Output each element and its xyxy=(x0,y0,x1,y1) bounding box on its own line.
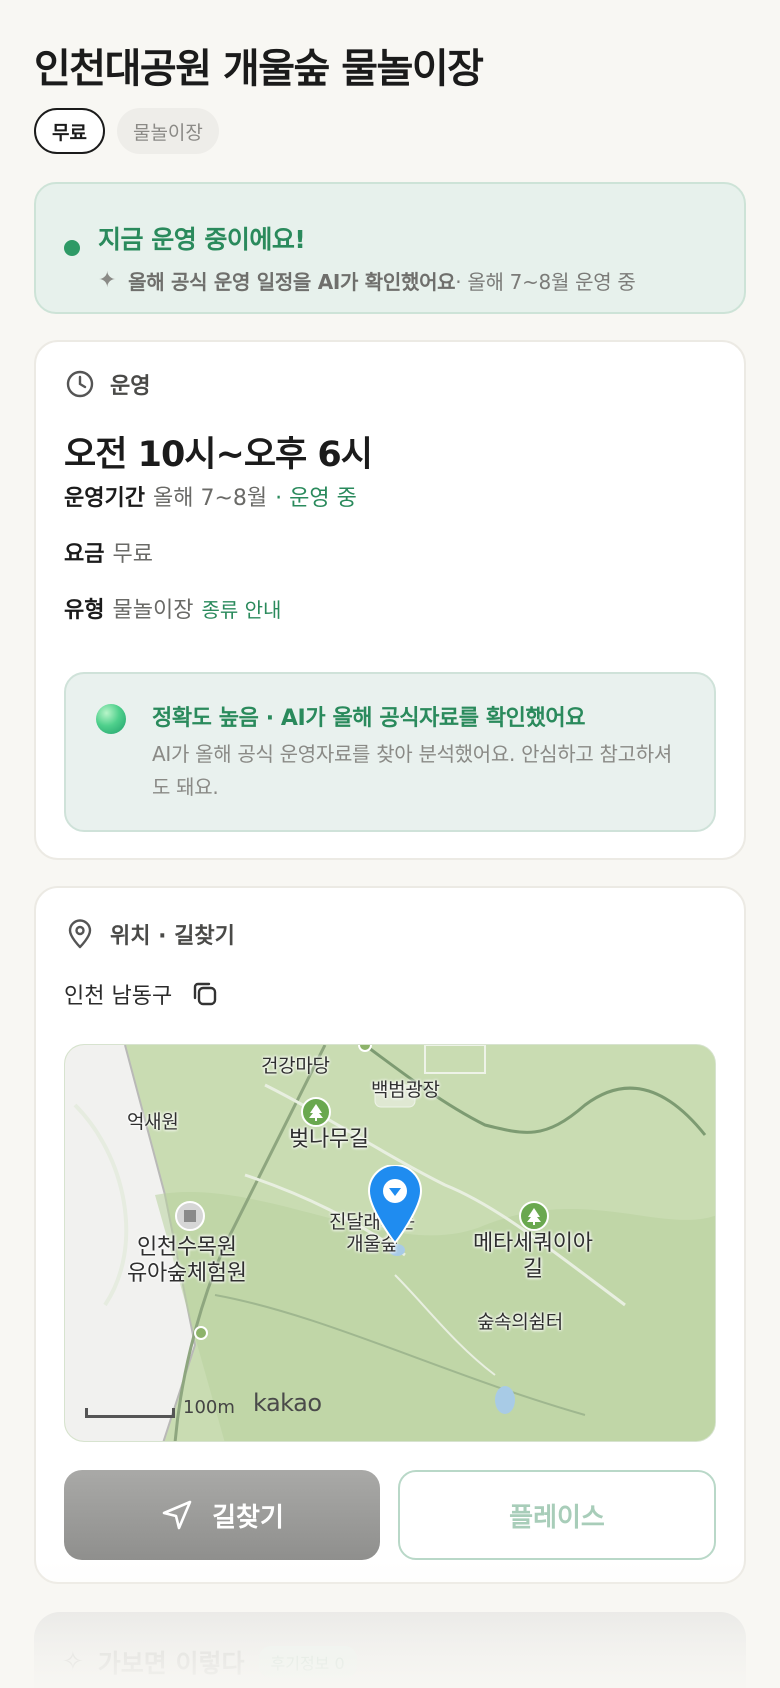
status-sub-bold: 올해 공식 운영 일정을 AI가 확인했어요 xyxy=(128,270,456,294)
place-button-label: 플레이스 xyxy=(509,1502,605,1533)
status-subtitle: ✦ 올해 공식 운영 일정을 AI가 확인했어요 · 올해 7~8월 운영 중 xyxy=(98,266,636,295)
clock-icon xyxy=(66,370,94,398)
ai-orb-icon xyxy=(96,704,126,734)
address-text: 인천 남동구 xyxy=(64,984,173,1009)
chip-free[interactable]: 무료 xyxy=(34,108,105,154)
map-label-metasequoia: 메타세쿼이아 길 xyxy=(473,1231,593,1282)
hours-main: 오전 10시~오후 6시 xyxy=(64,435,373,475)
next-section-card: ✧ 가보면 이렇다 후기정보 0 xyxy=(34,1612,746,1688)
next-section-header: ✧ 가보면 이렇다 후기정보 0 xyxy=(62,1644,357,1680)
location-section-header: 위치 · 길찾기 xyxy=(64,918,235,950)
review-badge: 후기정보 0 xyxy=(258,1646,357,1678)
map-label-eoksae: 억새원 xyxy=(127,1111,179,1133)
type-guide-link[interactable]: 종류 안내 xyxy=(201,594,281,623)
map-label-rest: 숲속의쉼터 xyxy=(477,1311,563,1333)
type-key: 유형 xyxy=(64,598,105,623)
ai-accuracy-title: 정확도 높음 · AI가 올해 공식자료를 확인했어요 xyxy=(152,706,586,731)
tree-icon xyxy=(301,1097,331,1127)
chip-waterpark[interactable]: 물놀이장 xyxy=(116,108,219,154)
map-label-cherry: 벚나무길 xyxy=(289,1127,369,1152)
status-dot xyxy=(64,240,80,256)
fee-row: 요금 무료 xyxy=(64,536,153,568)
ai-accuracy-box: 정확도 높음 · AI가 올해 공식자료를 확인했어요 AI가 올해 공식 운영… xyxy=(64,672,716,832)
map-pin-icon[interactable] xyxy=(367,1165,423,1245)
status-title: 지금 운영 중이에요! xyxy=(98,225,306,254)
hours-section-header: 운영 xyxy=(64,368,150,400)
location-section-label: 위치 · 길찾기 xyxy=(110,924,235,949)
period-key: 운영기간 xyxy=(64,486,145,511)
hours-card: 운영 오전 10시~오후 6시 운영기간 올해 7~8월 · 운영 중 요금 무… xyxy=(34,340,746,860)
map-label-arboretum: 인천수목원 유아숲체험원 xyxy=(127,1235,247,1286)
sparkle-icon: ✦ xyxy=(98,268,117,293)
scale-text: 100m xyxy=(183,1397,235,1418)
scale-bar xyxy=(85,1408,175,1418)
period-status: · 운영 중 xyxy=(275,486,357,511)
route-button[interactable]: 길찾기 xyxy=(64,1470,380,1560)
facility-icon xyxy=(175,1201,205,1231)
status-card: 지금 운영 중이에요! ✦ 올해 공식 운영 일정을 AI가 확인했어요 · 올… xyxy=(34,182,746,314)
map-label-health: 건강마당 xyxy=(261,1055,330,1077)
map-label-baekbeom: 백범광장 xyxy=(371,1079,440,1101)
type-row: 유형 물놀이장 종류 안내 xyxy=(64,592,281,624)
type-value: 물놀이장 xyxy=(112,598,194,623)
status-sub-rest: · 올해 7~8월 운영 중 xyxy=(455,270,636,294)
tree-icon xyxy=(519,1201,549,1231)
next-section-title: 가보면 이렇다 xyxy=(97,1649,245,1678)
place-button[interactable]: 플레이스 xyxy=(398,1470,716,1560)
address-row: 인천 남동구 xyxy=(64,978,220,1010)
page-title: 인천대공원 개울숲 물놀이장 xyxy=(34,46,484,92)
hours-section-label: 운영 xyxy=(110,374,151,399)
copy-icon[interactable] xyxy=(190,979,220,1009)
location-card: 위치 · 길찾기 인천 남동구 건강마당 백범광장 억새원 벚나무길 인천수목원… xyxy=(34,886,746,1584)
ai-accuracy-desc: AI가 올해 공식 운영자료를 찾아 분석했어요. 안심하고 참고하셔도 돼요. xyxy=(152,742,672,799)
period-value: 올해 7~8월 xyxy=(152,486,268,511)
location-pin-icon xyxy=(68,919,92,949)
period-row: 운영기간 올해 7~8월 · 운영 중 xyxy=(64,480,357,512)
fee-key: 요금 xyxy=(64,542,105,567)
kakao-logo: kakao xyxy=(253,1389,322,1417)
fee-value: 무료 xyxy=(112,542,153,567)
sparkle-icon: ✧ xyxy=(62,1647,84,1677)
map-view[interactable]: 건강마당 백범광장 억새원 벚나무길 인천수목원 유아숲체험원 진달래피는 개울… xyxy=(64,1044,716,1442)
route-button-label: 길찾기 xyxy=(212,1502,284,1533)
map-scale: 100m xyxy=(85,1397,235,1418)
navigation-arrow-icon xyxy=(162,1500,192,1530)
tag-chips: 무료 물놀이장 xyxy=(34,108,219,154)
